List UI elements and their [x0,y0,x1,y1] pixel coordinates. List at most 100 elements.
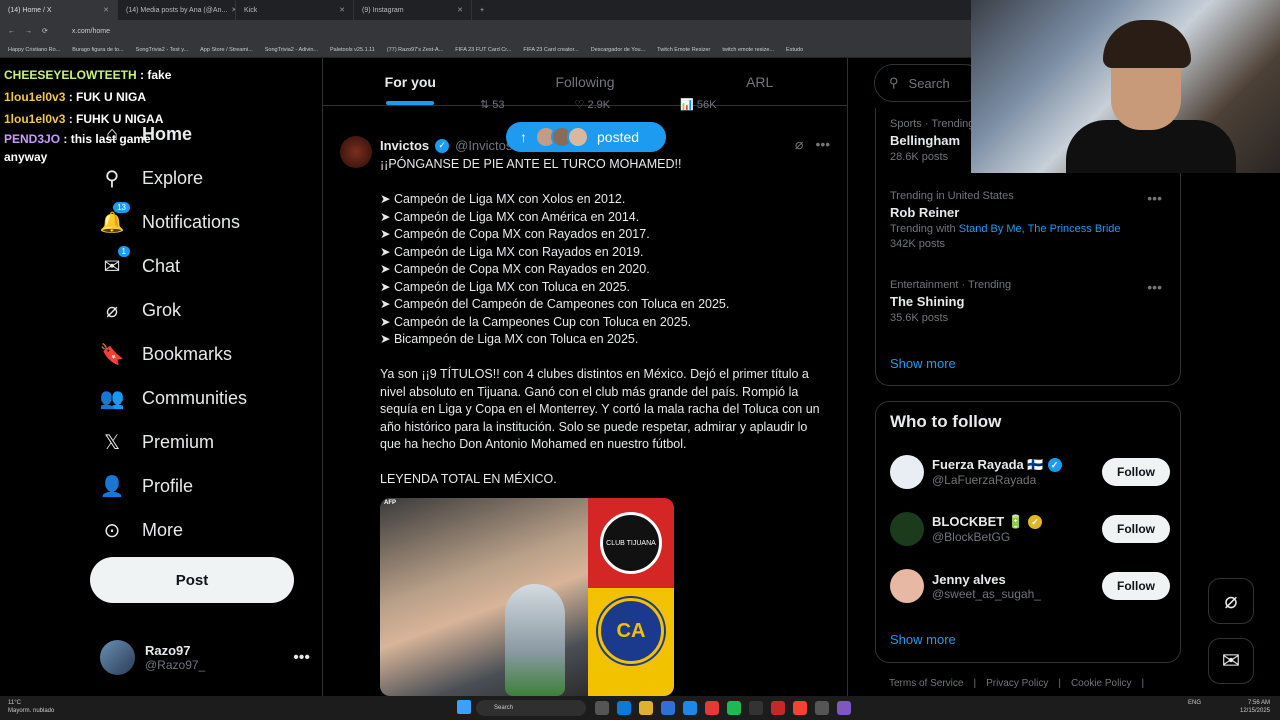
app-icon[interactable] [815,701,829,715]
task-view-icon[interactable] [595,701,609,715]
spotify-icon[interactable] [727,701,741,715]
bookmark[interactable]: SongTrivia2 - Test y... [136,47,188,53]
tweet-closing: LEYENDA TOTAL EN MÉXICO. [380,472,557,486]
list-item: ➤ Bicampeón de Liga MX con Toluca en 202… [380,332,639,346]
list-item: ➤ Campeón del Campeón de Campeones con T… [380,297,730,311]
trophy-graphic [505,584,565,696]
follow-button[interactable]: Follow [1102,515,1170,543]
list-item: ➤ Campeón de Copa MX con Rayados en 2017… [380,227,650,241]
new-posts-pill[interactable]: ↑ posted [506,122,666,152]
music-app-icon[interactable] [793,701,807,715]
browser-tab[interactable]: (14) Media posts by Ana (@An...✕ [118,0,236,20]
tweet-author-name[interactable]: Invictos [380,138,429,153]
follow-show-more[interactable]: Show more [890,632,956,647]
tweet-image[interactable]: AFP CLUB TIJUANA CA [380,498,674,696]
reload-icon[interactable]: ⟳ [42,27,48,35]
trend-with-link[interactable]: Stand By Me, The Princess Bride [959,223,1121,235]
posted-label: posted [597,129,640,145]
trend-item[interactable]: Trending in United States Rob Reiner Tre… [890,190,1170,250]
bookmark[interactable]: (77) Razo97's Zest-A... [387,47,443,53]
bookmark[interactable]: twitch emote resize... [722,47,774,53]
close-tab-icon[interactable]: ✕ [457,6,463,14]
nav-label: Communities [142,387,248,408]
back-icon[interactable]: ← [8,28,15,35]
new-tab-button[interactable]: + [472,0,492,20]
footer-link[interactable]: Privacy Policy [986,678,1048,689]
nav-chat[interactable]: ✉ 1 Chat [100,244,247,288]
footer-link[interactable]: Cookie Policy [1071,678,1132,689]
bookmark[interactable]: Happy Cristiano Ro... [8,47,60,53]
follow-suggestion[interactable]: Fuerza Rayada 🇫🇮 ✓ @LaFuerzaRayada Follow [890,452,1170,492]
chrome-icon[interactable] [705,701,719,715]
more-dots-icon[interactable]: ••• [1147,190,1162,206]
search-input[interactable]: ⚲ Search [874,64,984,102]
browser-tab[interactable]: (9) Instagram ✕ [354,0,472,20]
address-bar[interactable]: x.com/home [72,28,110,35]
grok-icon[interactable]: ⌀ [795,136,803,153]
nav-notifications[interactable]: 🔔 13 Notifications [100,200,247,244]
more-dots-icon[interactable]: ••• [293,649,310,667]
verified-gold-icon: ✓ [1028,515,1043,529]
trend-item[interactable]: Entertainment · Trending The Shining 35.… [890,279,1170,324]
post-button[interactable]: Post [90,557,294,603]
browser-tab[interactable]: Kick ✕ [236,0,354,20]
divider [322,58,323,696]
bookmark[interactable]: App Store / Streami... [200,47,253,53]
nav-grok[interactable]: ⌀ Grok [100,288,247,332]
bookmark[interactable]: FIFA 23 Card creator... [523,47,578,53]
weather-temp: 11°C [8,700,21,706]
view-count-value: 56K [696,99,717,111]
nav-more[interactable]: ⊙ More [100,508,247,552]
steam-icon[interactable] [749,701,763,715]
bookmark[interactable]: Paletools v25.1.11 [330,47,375,53]
messages-float-button[interactable]: ✉ [1208,638,1254,684]
tweet-avatar[interactable] [340,136,372,168]
tab-label: (9) Instagram [362,6,404,14]
grok-float-button[interactable]: ⌀ [1208,578,1254,624]
bookmark[interactable]: FIFA 23 FUT Card Cr... [455,47,511,53]
system-tray-lang[interactable]: ENG [1188,700,1201,706]
follow-suggestion[interactable]: BLOCKBET 🔋 ✓ @BlockBetGG Follow [890,509,1170,549]
separator: | [1141,678,1145,689]
more-circle-icon: ⊙ [103,519,121,542]
like-count[interactable]: ♡ 2.9K [575,98,611,111]
file-explorer-icon[interactable] [639,701,653,715]
bookmark[interactable]: Burago figura de to... [72,47,123,53]
twitch-icon[interactable] [837,701,851,715]
nav-premium[interactable]: 𝕏 Premium [100,420,247,464]
reply-count[interactable]: ⇅ 53 [480,98,505,111]
nav-label: Chat [142,255,181,276]
verified-icon: ✓ [1047,458,1062,472]
tab-for-you[interactable]: For you [323,58,498,105]
bookmark[interactable]: Descargador de You... [591,47,645,53]
store-icon[interactable] [661,701,675,715]
close-tab-icon[interactable]: ✕ [103,6,109,14]
nav-profile[interactable]: 👤 Profile [100,464,247,508]
nav-communities[interactable]: 👥 Communities [100,376,247,420]
mail-app-icon[interactable] [683,701,697,715]
stream-chat-overlay: CHEESEYELOWTEETH : fake 1lou1el0v3 : FUK… [4,64,194,166]
windows-start-icon[interactable] [457,700,471,714]
app-icon[interactable] [771,701,785,715]
footer-link[interactable]: Terms of Service [889,678,963,689]
more-dots-icon[interactable]: ••• [1147,279,1162,295]
browser-tab[interactable]: (14) Home / X ✕ [0,0,118,20]
follow-button[interactable]: Follow [1102,458,1170,486]
close-tab-icon[interactable]: ✕ [339,6,345,14]
taskbar-search[interactable]: Search [476,700,586,716]
weather-widget[interactable]: 11°C Mayorm. nublado [8,699,54,715]
bookmark[interactable]: Twitch Emote Resizer [657,47,710,53]
bookmark[interactable]: Estudo [786,47,803,53]
nav-bookmarks[interactable]: 🔖 Bookmarks [100,332,247,376]
system-clock[interactable]: 7:56 AM 12/15/2025 [1240,699,1270,715]
view-count[interactable]: 📊 56K [680,98,716,111]
follow-suggestion[interactable]: Jenny alves @sweet_as_sugah_ Follow [890,566,1170,606]
follow-button[interactable]: Follow [1102,572,1170,600]
edge-icon[interactable] [617,701,631,715]
bookmark[interactable]: SongTrivia2 - Adivin... [265,47,318,53]
account-switcher[interactable]: Razo97 @Razo97_ ••• [100,640,310,675]
forward-icon[interactable]: → [25,28,32,35]
tweet-author-handle[interactable]: @Invictos [455,138,512,153]
more-dots-icon[interactable]: ••• [815,136,830,153]
trends-show-more[interactable]: Show more [890,356,956,371]
